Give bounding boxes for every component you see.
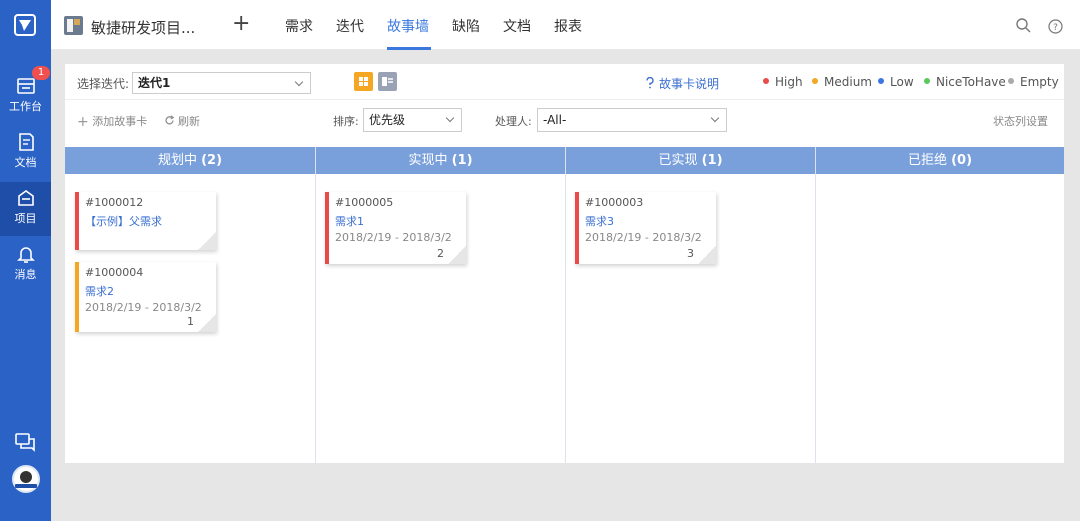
sort-value: 优先级: [369, 113, 406, 127]
sidebar-item-label: 消息: [14, 268, 37, 281]
refresh-icon: [165, 115, 175, 125]
story-title-link[interactable]: 【示例】父需求: [85, 213, 162, 229]
legend-medium: Medium: [812, 75, 872, 89]
page-curl: [198, 232, 216, 250]
column-settings-link[interactable]: 状态列设置: [993, 113, 1048, 129]
avatar[interactable]: [12, 465, 40, 493]
sidebar-item-messages[interactable]: 消息: [0, 238, 51, 292]
sort-label: 排序:: [333, 115, 359, 128]
question-icon: [646, 76, 654, 89]
left-sidebar: 工作台 1 文档 项目 消息: [0, 0, 51, 521]
tab-defects[interactable]: 缺陷: [452, 16, 480, 36]
column-done-title: 已实现 (1): [565, 147, 815, 174]
story-title-link[interactable]: 需求2: [85, 283, 114, 299]
legend-low: Low: [878, 75, 914, 89]
column-divider: [565, 147, 566, 463]
story-id: #1000005: [335, 196, 394, 209]
story-card[interactable]: #1000012 【示例】父需求: [75, 192, 216, 250]
story-id: #1000012: [85, 196, 144, 209]
story-id: #1000003: [585, 196, 644, 209]
card-view-button[interactable]: [354, 72, 373, 91]
sidebar-item-label: 文档: [14, 156, 37, 169]
chevron-down-icon: [294, 77, 304, 87]
sidebar-item-docs[interactable]: 文档: [0, 126, 51, 180]
project-icon: [17, 190, 34, 206]
top-navigation: 敏捷研发项目... + 需求 迭代 故事墙 缺陷 文档 报表 ?: [51, 0, 1080, 50]
add-button[interactable]: +: [232, 13, 250, 35]
story-count: 1: [187, 315, 194, 328]
story-card-help-link[interactable]: 故事卡说明: [645, 75, 719, 92]
active-tab-indicator: [387, 47, 431, 50]
add-story-label: 添加故事卡: [92, 115, 148, 128]
refresh-button[interactable]: 刷新: [164, 113, 200, 129]
iteration-select[interactable]: 迭代1: [132, 72, 311, 94]
column-in-progress-title: 实现中 (1): [315, 147, 565, 174]
chat-icon[interactable]: [14, 430, 36, 452]
story-dates: 2018/2/19 - 2018/3/2: [335, 231, 452, 244]
story-title-link[interactable]: 需求1: [335, 213, 364, 229]
story-id: #1000004: [85, 266, 144, 279]
assignee-label: 处理人:: [495, 115, 532, 128]
page-curl: [198, 314, 216, 332]
story-wall-panel: 选择迭代: 迭代1 故事卡说明 High Medium Low NiceToHa…: [65, 64, 1064, 463]
sidebar-item-workbench[interactable]: 工作台 1: [0, 66, 51, 124]
action-toolbar: + 添加故事卡 刷新 排序: 优先级 处理人: -All- 状态列设置: [65, 101, 1064, 139]
tab-requirements[interactable]: 需求: [285, 16, 313, 36]
story-card[interactable]: #1000003 需求3 2018/2/19 - 2018/3/2 3: [575, 192, 716, 264]
tab-story-wall[interactable]: 故事墙: [387, 16, 429, 36]
workbench-icon: [16, 78, 35, 94]
app-logo-icon[interactable]: [14, 14, 36, 36]
legend-high: High: [763, 75, 803, 89]
iteration-value: 迭代1: [138, 76, 171, 90]
document-icon: [18, 133, 34, 151]
chevron-down-icon: [445, 113, 455, 123]
project-name[interactable]: 敏捷研发项目...: [91, 17, 195, 38]
add-story-button[interactable]: + 添加故事卡: [77, 113, 147, 130]
sidebar-item-label: 项目: [14, 212, 37, 225]
legend-nicetohave: NiceToHave: [924, 75, 1006, 89]
grid-icon: [359, 77, 368, 86]
plus-icon: +: [77, 114, 89, 130]
story-dates: 2018/2/19 - 2018/3/2: [585, 231, 702, 244]
help-icon[interactable]: ?: [1048, 19, 1063, 34]
story-card[interactable]: #1000005 需求1 2018/2/19 - 2018/3/2 2: [325, 192, 466, 264]
refresh-label: 刷新: [178, 115, 200, 128]
sort-select[interactable]: 优先级: [363, 108, 462, 132]
iteration-label: 选择迭代:: [77, 77, 130, 91]
column-divider: [815, 147, 816, 463]
column-rejected-title: 已拒绝 (0): [815, 147, 1064, 174]
bell-icon: [16, 247, 35, 263]
story-count: 3: [687, 247, 694, 260]
story-title-link[interactable]: 需求3: [585, 213, 614, 229]
column-planning-title: 规划中 (2): [157, 153, 223, 168]
person-view-button[interactable]: [378, 72, 397, 91]
search-icon[interactable]: [1016, 18, 1031, 33]
tab-reports[interactable]: 报表: [554, 16, 582, 36]
sidebar-item-label: 工作台: [9, 100, 42, 113]
story-card[interactable]: #1000004 需求2 2018/2/19 - 2018/3/2 1: [75, 262, 216, 332]
assignee-select[interactable]: -All-: [537, 108, 727, 132]
svg-text:?: ?: [1053, 23, 1058, 33]
column-divider: [315, 147, 316, 463]
notification-badge: 1: [32, 66, 50, 80]
assignee-value: -All-: [543, 113, 567, 127]
page-curl: [448, 246, 466, 264]
sidebar-item-project[interactable]: 项目: [0, 182, 51, 236]
project-avatar-icon: [64, 16, 83, 35]
chevron-down-icon: [710, 113, 720, 123]
story-card-help-label: 故事卡说明: [659, 77, 720, 91]
legend-empty: Empty: [1008, 75, 1059, 89]
filter-toolbar: 选择迭代: 迭代1 故事卡说明 High Medium Low NiceToHa…: [65, 64, 1064, 100]
story-count: 2: [437, 247, 444, 260]
tab-docs[interactable]: 文档: [503, 16, 531, 36]
tab-iterations[interactable]: 迭代: [336, 16, 364, 36]
page-curl: [698, 246, 716, 264]
contact-card-icon: [382, 77, 393, 86]
story-dates: 2018/2/19 - 2018/3/2: [85, 301, 202, 314]
